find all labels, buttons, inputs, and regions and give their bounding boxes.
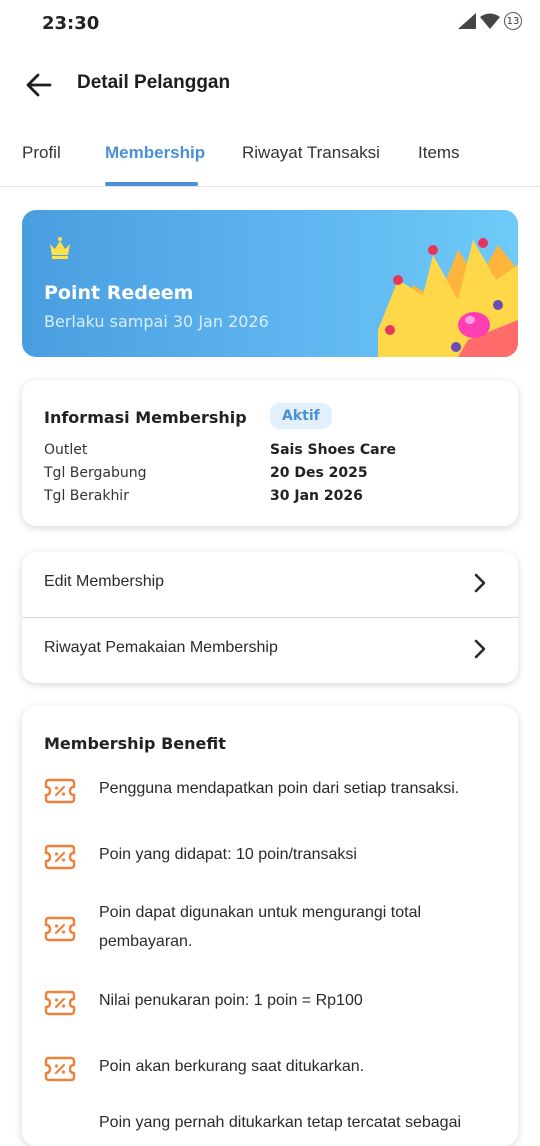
voucher-icon [44,916,76,942]
membership-usage-history-item[interactable]: Riwayat Pemakaian Membership [22,618,518,683]
benefit-title: Membership Benefit [44,734,226,753]
end-date-label: Tgl Berakhir [44,488,129,504]
page-title: Detail Pelanggan [77,72,231,93]
banner-validity: Berlaku sampai 30 Jan 2026 [44,312,269,331]
membership-usage-history-label: Riwayat Pemakaian Membership [44,639,278,656]
membership-info-card: Informasi Membership Aktif Outlet Sais S… [22,380,518,526]
tab-membership[interactable]: Membership [105,143,205,163]
membership-info-title: Informasi Membership [44,408,247,427]
app-bar: Detail Pelanggan [0,56,540,112]
join-date-value: 20 Des 2025 [270,465,368,481]
status-badge: Aktif [270,403,332,429]
benefit-text: Poin yang didapat: 10 poin/transaksi [99,846,357,863]
crown-icon [50,237,70,259]
status-icons: 13 [458,12,522,30]
benefit-text: Poin yang pernah ditukarkan tetap tercat… [99,1114,462,1131]
banner-title: Point Redeem [44,282,194,304]
membership-menu-card: Edit Membership Riwayat Pemakaian Member… [22,552,518,683]
tab-items[interactable]: Items [418,143,460,163]
membership-benefit-card: Membership Benefit Pengguna mendapatkan … [22,706,518,1146]
signal-icon [458,13,476,29]
edit-membership-item[interactable]: Edit Membership [22,552,518,617]
tab-riwayat-transaksi[interactable]: Riwayat Transaksi [242,143,380,163]
voucher-icon [44,990,76,1016]
tab-bar: Profil Membership Riwayat Transaksi Item… [0,128,540,187]
back-arrow-icon[interactable] [24,70,54,100]
chevron-right-icon [474,639,486,659]
join-date-label: Tgl Bergabung [44,465,147,481]
tab-profil[interactable]: Profil [22,143,61,163]
active-tab-indicator [105,182,198,186]
chevron-right-icon [474,573,486,593]
outlet-label: Outlet [44,442,88,458]
voucher-icon [44,778,76,804]
voucher-icon [44,1056,76,1082]
end-date-value: 30 Jan 2026 [270,488,363,504]
outlet-value: Sais Shoes Care [270,442,397,458]
point-redeem-banner: Point Redeem Berlaku sampai 30 Jan 2026 [22,210,518,357]
voucher-icon [44,844,76,870]
crown-illustration-icon [378,238,518,357]
status-time: 23:30 [42,13,100,34]
benefit-text: Pengguna mendapatkan poin dari setiap tr… [99,780,460,797]
edit-membership-label: Edit Membership [44,573,165,590]
notification-count-badge: 13 [504,12,522,30]
benefit-text: Poin akan berkurang saat ditukarkan. [99,1058,365,1075]
wifi-icon [480,13,500,29]
benefit-text: Nilai penukaran poin: 1 poin = Rp100 [99,992,363,1009]
benefit-text: Poin dapat digunakan untuk mengurangi to… [99,904,422,950]
status-bar: 23:30 13 [0,0,540,48]
